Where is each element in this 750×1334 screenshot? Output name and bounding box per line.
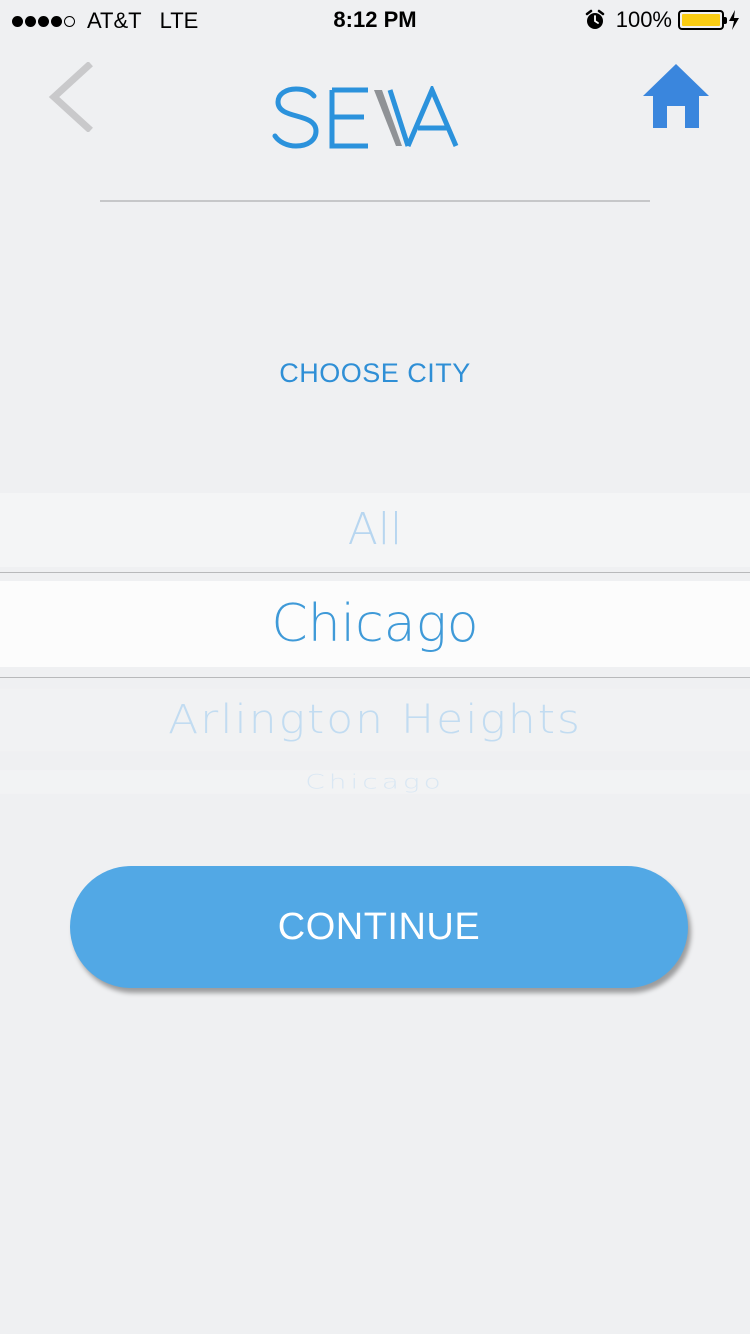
header-divider (100, 200, 650, 202)
picker-selection-line-bottom (0, 677, 750, 678)
charging-bolt-icon (729, 10, 739, 30)
chevron-left-icon (48, 61, 93, 133)
continue-button[interactable]: CONTINUE (70, 866, 688, 988)
picker-option-arlington-heights[interactable]: Arlington Heights (0, 688, 750, 752)
alarm-icon (585, 9, 604, 29)
battery-icon (678, 10, 727, 30)
choose-city-heading: CHOOSE CITY (279, 358, 471, 388)
back-button[interactable] (44, 61, 96, 133)
battery-percent: 100% (615, 7, 672, 32)
home-button[interactable] (641, 62, 711, 132)
logo-text: SEVA (490, 86, 491, 87)
city-picker[interactable]: All Chicago Arlington Heights Chicago (0, 493, 750, 803)
seva-logo: SEVA (270, 83, 491, 150)
picker-option-chicago-faded[interactable]: Chicago (0, 770, 750, 794)
picker-selection-line-top (0, 572, 750, 573)
logo-graphic (272, 83, 459, 149)
picker-option-selected[interactable]: Chicago (0, 581, 750, 667)
status-right: 100% (584, 7, 740, 33)
battery-fill (682, 14, 720, 26)
status-bar: AT&T LTE 8:12 PM 100% (0, 0, 750, 40)
picker-option-all[interactable]: All (0, 493, 750, 567)
home-icon (643, 64, 709, 128)
